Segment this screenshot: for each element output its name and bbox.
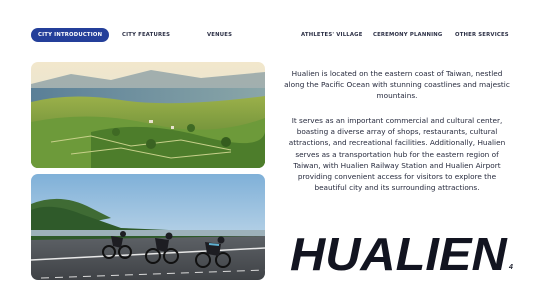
- nav-tab-city-features[interactable]: CITY FEATURES: [122, 28, 170, 42]
- nav-tab-athletes-village[interactable]: ATHLETES' VILLAGE: [301, 28, 363, 42]
- city-title: HUALIEN: [290, 228, 507, 280]
- nav-tab-city-introduction[interactable]: CITY INTRODUCTION: [31, 28, 110, 42]
- intro-paragraph: Hualien is located on the eastern coast …: [284, 69, 510, 101]
- nav-tab-other-services[interactable]: OTHER SERVICES: [455, 28, 509, 42]
- description-paragraph: It serves as an important commercial and…: [288, 116, 506, 193]
- nav-tab-venues[interactable]: VENUES: [207, 28, 232, 42]
- hualien-landscape-photo: [31, 62, 265, 168]
- cyclists-photo: [31, 174, 265, 280]
- top-navigation: CITY INTRODUCTION CITY FEATURES VENUES A…: [31, 28, 511, 42]
- page-number: 4: [509, 264, 513, 271]
- nav-tab-ceremony-planning[interactable]: CEREMONY PLANNING: [373, 28, 442, 42]
